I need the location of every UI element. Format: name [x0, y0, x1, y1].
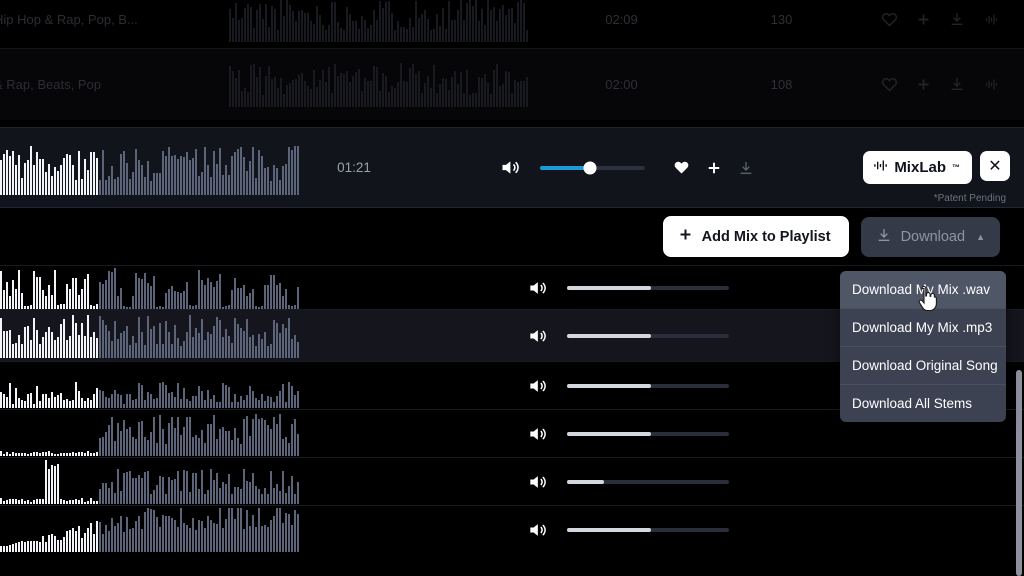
- song-bpm: 130: [770, 11, 793, 27]
- song-list-row[interactable]: Hip Hop & Rap, Pop, B... 02:09 130: [0, 0, 1024, 48]
- speaker-on-icon[interactable]: [527, 520, 547, 540]
- mixlab-player-bar: 01:21 MixLab ™ ✕ *Patent Pending: [0, 127, 1024, 208]
- song-bpm: 108: [770, 76, 793, 92]
- song-duration: 02:09: [605, 11, 638, 27]
- mixlab-wave-icon[interactable]: [980, 73, 1002, 95]
- song-waveform[interactable]: [229, 61, 549, 107]
- stem-volume-control: [527, 520, 729, 540]
- vertical-scrollbar[interactable]: [1016, 370, 1022, 576]
- stem-track-row[interactable]: [0, 457, 1024, 505]
- mixlab-label: MixLab: [894, 159, 946, 176]
- song-row-actions: [869, 8, 1024, 30]
- song-waveform[interactable]: [229, 0, 549, 42]
- plus-icon: [677, 226, 694, 247]
- download-dropdown-button[interactable]: Download ▲: [860, 216, 1000, 257]
- download-icon[interactable]: [738, 160, 754, 176]
- stem-volume-slider[interactable]: [567, 383, 729, 388]
- stem-waveform[interactable]: [0, 314, 313, 358]
- speaker-on-icon[interactable]: [527, 376, 547, 396]
- stem-track-row[interactable]: [0, 505, 1024, 553]
- speaker-on-icon[interactable]: [527, 278, 547, 298]
- speaker-on-icon[interactable]: [527, 472, 547, 492]
- speaker-on-icon[interactable]: [527, 326, 547, 346]
- mix-actions-bar: Add Mix to Playlist Download ▲: [0, 208, 1024, 265]
- add-mix-label: Add Mix to Playlist: [701, 228, 831, 245]
- download-icon[interactable]: [946, 8, 968, 30]
- stem-volume-control: [527, 472, 729, 492]
- row-divider: [0, 48, 1024, 49]
- stem-waveform[interactable]: [0, 459, 313, 504]
- close-player-button[interactable]: ✕: [980, 151, 1010, 181]
- stem-volume-control: [527, 326, 729, 346]
- mixlab-player-app: Hip Hop & Rap, Pop, B... 02:09 130 & Rap…: [0, 0, 1024, 576]
- heart-outline-icon[interactable]: [878, 73, 900, 95]
- stem-waveform[interactable]: [0, 412, 313, 456]
- heart-outline-icon[interactable]: [878, 8, 900, 30]
- player-volume-slider[interactable]: [539, 161, 645, 174]
- song-row-actions: [869, 73, 1024, 95]
- volume-knob[interactable]: [583, 161, 597, 174]
- plus-icon[interactable]: [912, 8, 934, 30]
- stem-volume-slider[interactable]: [567, 431, 729, 436]
- mixlab-wave-icon[interactable]: [980, 8, 1002, 30]
- download-icon[interactable]: [946, 73, 968, 95]
- stem-waveform[interactable]: [0, 364, 313, 408]
- download-menu-item[interactable]: Download All Stems: [840, 385, 1006, 422]
- volume-fill: [567, 333, 652, 338]
- chevron-up-icon: ▲: [976, 231, 985, 242]
- download-label: Download: [900, 228, 966, 245]
- volume-fill: [567, 285, 652, 290]
- player-current-time: 01:21: [337, 160, 371, 175]
- trademark-mark: ™: [952, 163, 960, 172]
- stem-volume-slider[interactable]: [567, 333, 729, 338]
- volume-fill: [539, 165, 591, 170]
- stem-volume-control: [527, 376, 729, 396]
- volume-fill: [567, 527, 652, 532]
- patent-pending-note: *Patent Pending: [933, 193, 1006, 204]
- stem-volume-slider[interactable]: [567, 479, 729, 484]
- song-list-row[interactable]: & Rap, Beats, Pop 02:00 108: [0, 48, 1024, 120]
- download-menu-item[interactable]: Download My Mix .wav: [840, 271, 1006, 309]
- download-icon: [876, 227, 892, 247]
- plus-icon[interactable]: [705, 159, 723, 177]
- download-menu-item[interactable]: Download Original Song: [840, 347, 1006, 385]
- volume-fill: [567, 479, 605, 484]
- stem-volume-control: [527, 278, 729, 298]
- stem-volume-slider[interactable]: [567, 285, 729, 290]
- player-volume-control: [389, 157, 863, 178]
- player-waveform-progress[interactable]: [0, 143, 313, 195]
- stem-volume-control: [527, 424, 729, 444]
- speaker-on-icon[interactable]: [527, 424, 547, 444]
- mixlab-wave-icon: [873, 158, 888, 177]
- stem-waveform[interactable]: [0, 266, 313, 310]
- download-options-menu[interactable]: Download My Mix .wav Download My Mix .mp3…: [840, 271, 1006, 422]
- add-mix-to-playlist-button[interactable]: Add Mix to Playlist: [662, 216, 849, 257]
- song-genre-tags: Hip Hop & Rap, Pop, B...: [0, 11, 138, 27]
- volume-fill: [567, 431, 652, 436]
- volume-fill: [567, 383, 652, 388]
- heart-filled-icon[interactable]: [673, 159, 690, 176]
- plus-icon[interactable]: [912, 73, 934, 95]
- song-duration: 02:00: [605, 76, 638, 92]
- stem-volume-slider[interactable]: [567, 527, 729, 532]
- song-genre-tags: & Rap, Beats, Pop: [0, 76, 101, 92]
- player-action-icons: [673, 159, 754, 177]
- speaker-on-icon[interactable]: [499, 157, 520, 178]
- mixlab-button[interactable]: MixLab ™: [863, 151, 972, 184]
- stem-waveform[interactable]: [0, 507, 313, 552]
- player-right-controls: MixLab ™ ✕ *Patent Pending: [863, 151, 1024, 204]
- download-menu-item[interactable]: Download My Mix .mp3: [840, 309, 1006, 347]
